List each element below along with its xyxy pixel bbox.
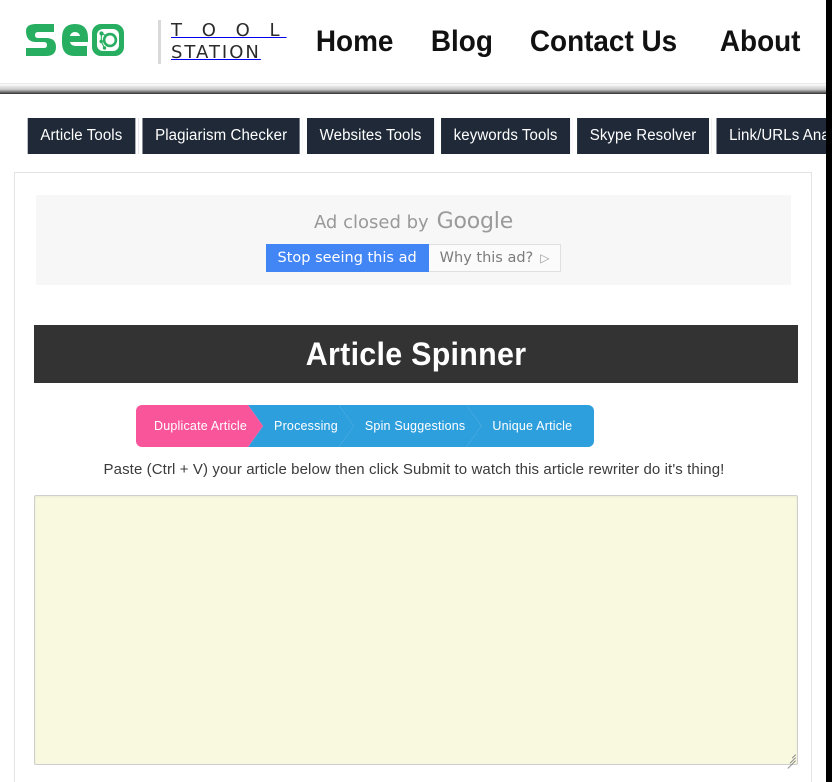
header-shadow-divider bbox=[0, 84, 826, 94]
site-logo[interactable]: T O O L STATION bbox=[22, 12, 287, 72]
logo-word-station: STATION bbox=[171, 41, 261, 63]
main-navigation: Home Blog Contact Us About bbox=[301, 25, 824, 59]
page-root: T O O L STATION Home Blog Contact Us Abo… bbox=[0, 0, 832, 782]
seo-logo-icon bbox=[22, 16, 150, 68]
tools-tab-keywords-tools[interactable]: keywords Tools bbox=[440, 118, 573, 154]
step-duplicate-article[interactable]: Duplicate Article bbox=[136, 405, 263, 447]
google-logo: Google bbox=[436, 208, 514, 234]
tools-tab-link-urls-analyzer[interactable]: Link/URLs Analyzer bbox=[716, 118, 832, 154]
step-processing-label: Processing bbox=[274, 419, 338, 433]
tools-tab-skype-resolver[interactable]: Skype Resolver bbox=[577, 118, 712, 154]
site-header: T O O L STATION Home Blog Contact Us Abo… bbox=[0, 0, 826, 84]
article-input-textarea[interactable] bbox=[34, 495, 798, 765]
ad-closed-label: Ad closed by bbox=[313, 211, 429, 233]
logo-divider bbox=[158, 19, 161, 64]
page-title-banner: Article Spinner bbox=[34, 325, 798, 383]
logo-word-tool: T O O L bbox=[171, 19, 287, 41]
ad-action-buttons: Stop seeing this ad Why this ad? ▷ bbox=[265, 243, 562, 272]
article-input-wrapper bbox=[34, 495, 798, 769]
tools-navbar: Article Tools Plagiarism Checker Website… bbox=[26, 118, 832, 154]
progress-steps: Duplicate Article Processing Spin Sugges… bbox=[136, 405, 595, 447]
nav-link-about[interactable]: About bbox=[705, 25, 815, 59]
why-this-ad-button[interactable]: Why this ad? ▷ bbox=[428, 243, 562, 272]
step-duplicate-article-label: Duplicate Article bbox=[154, 419, 248, 433]
right-edge-strip bbox=[826, 0, 832, 782]
step-spin-suggestions-label: Spin Suggestions bbox=[364, 419, 466, 433]
why-this-ad-play-icon: ▷ bbox=[540, 250, 550, 265]
nav-link-blog[interactable]: Blog bbox=[416, 25, 508, 59]
stop-seeing-this-ad-button[interactable]: Stop seeing this ad bbox=[265, 243, 429, 272]
paste-instruction: Paste (Ctrl + V) your article below then… bbox=[103, 461, 725, 478]
content-card: Ad closed by Google Stop seeing this ad … bbox=[14, 172, 812, 782]
tools-tab-websites-tools[interactable]: Websites Tools bbox=[306, 118, 437, 154]
why-this-ad-label: Why this ad? bbox=[439, 249, 534, 266]
tools-tab-plagiarism-checker[interactable]: Plagiarism Checker bbox=[142, 118, 303, 154]
ad-closed-line: Ad closed by Google bbox=[314, 209, 513, 234]
step-unique-article[interactable]: Unique Article bbox=[466, 405, 595, 447]
step-processing[interactable]: Processing bbox=[248, 405, 354, 447]
tools-tab-article-tools[interactable]: Article Tools bbox=[27, 118, 138, 154]
nav-link-contact-us[interactable]: Contact Us bbox=[515, 25, 692, 59]
logo-wordmark: T O O L STATION bbox=[171, 17, 287, 67]
step-spin-suggestions[interactable]: Spin Suggestions bbox=[339, 405, 482, 447]
step-unique-article-label: Unique Article bbox=[492, 419, 573, 433]
google-ad-closed-panel: Ad closed by Google Stop seeing this ad … bbox=[36, 195, 791, 285]
page-title: Article Spinner bbox=[305, 335, 527, 372]
nav-link-home[interactable]: Home bbox=[301, 25, 408, 59]
